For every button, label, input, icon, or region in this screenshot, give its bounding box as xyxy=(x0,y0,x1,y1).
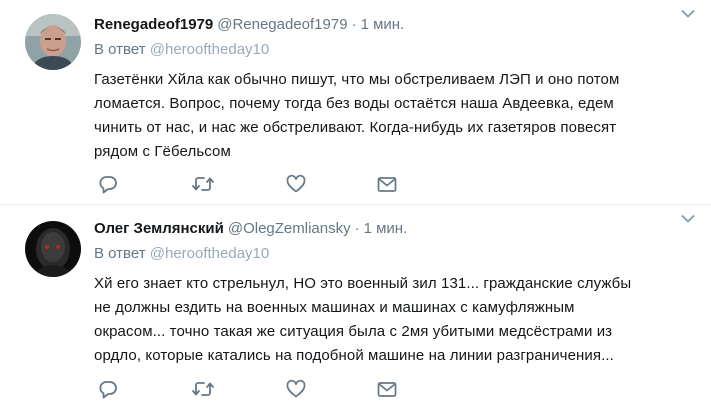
tweet[interactable]: Renegadeof1979 @Renegadeof1979 · 1 мин. В о… xyxy=(0,0,711,205)
avatar-photo xyxy=(25,221,81,277)
tweet[interactable]: Олег Землянский @OlegZemliansky · 1 мин. В … xyxy=(0,205,711,419)
avatar[interactable] xyxy=(25,221,81,277)
retweet-icon[interactable] xyxy=(191,173,215,195)
separator: · xyxy=(351,16,357,33)
username[interactable]: @Renegadeof1979 xyxy=(217,16,347,33)
reply-prefix: В ответ xyxy=(94,245,146,262)
reply-prefix: В ответ xyxy=(94,41,146,58)
reply-icon[interactable] xyxy=(97,173,121,195)
timestamp[interactable]: 1 мин. xyxy=(361,16,405,33)
chevron-down-icon[interactable] xyxy=(681,211,695,223)
chevron-down-icon[interactable] xyxy=(681,6,695,18)
tweet-text: Газетёнки Хйла как обычно пишут, что мы … xyxy=(94,71,620,160)
like-icon[interactable] xyxy=(285,378,309,400)
direct-message-icon[interactable] xyxy=(376,378,400,400)
reply-to-link[interactable]: @herooftheday10 xyxy=(150,41,269,58)
reply-context: В ответ @herooftheday10 xyxy=(94,40,691,60)
reply-to-link[interactable]: @herooftheday10 xyxy=(150,245,269,262)
avatar[interactable] xyxy=(25,14,81,70)
avatar-photo xyxy=(25,14,81,70)
tweet-text: Хй его знает кто стрельнул, НО это военн… xyxy=(94,275,632,364)
display-name[interactable]: Олег Землянский xyxy=(94,220,224,237)
tweet-header: Renegadeof1979 @Renegadeof1979 · 1 мин. xyxy=(94,14,691,36)
display-name[interactable]: Renegadeof1979 xyxy=(94,16,213,33)
username[interactable]: @OlegZemliansky xyxy=(228,220,351,237)
reply-context: В ответ @herooftheday10 xyxy=(94,244,691,264)
reply-icon[interactable] xyxy=(97,378,121,400)
timestamp[interactable]: 1 мин. xyxy=(364,220,408,237)
direct-message-icon[interactable] xyxy=(376,173,400,195)
retweet-icon[interactable] xyxy=(191,378,215,400)
like-icon[interactable] xyxy=(285,173,309,195)
separator: · xyxy=(354,220,360,237)
tweet-header: Олег Землянский @OlegZemliansky · 1 мин. xyxy=(94,218,691,240)
